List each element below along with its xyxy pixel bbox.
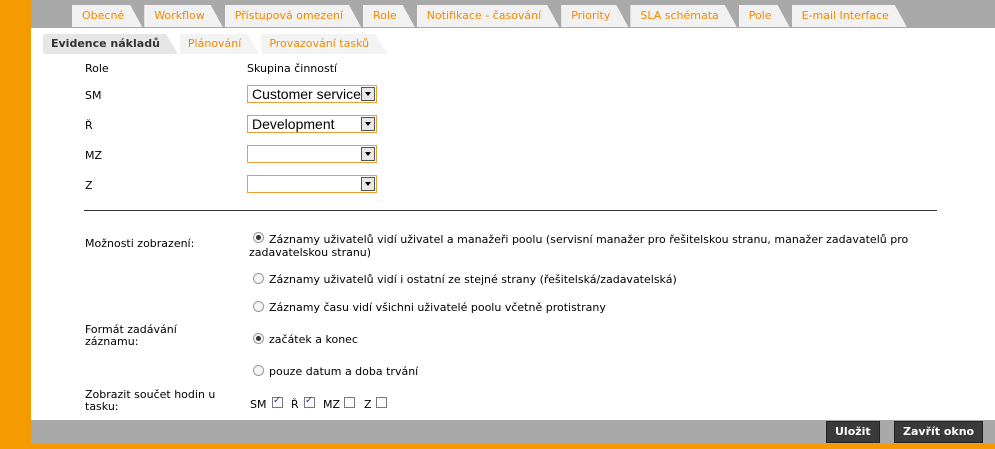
hours-sum-checkbox-r[interactable] — [304, 395, 315, 408]
group-select-z[interactable] — [247, 175, 377, 193]
display-option-text-1a: Záznamy uživatelů vidí uživatel a manaže… — [269, 233, 909, 246]
subtab-planovani[interactable]: Plánování — [180, 34, 259, 54]
display-option-radio-2[interactable] — [253, 273, 264, 284]
hours-sum-label: Zobrazit součet hodin u tasku: — [85, 389, 215, 413]
tab-sla-schemata[interactable]: SLA schémata — [630, 5, 736, 27]
main-tabs: Obecné Workflow Přístupová omezení Role … — [72, 5, 909, 27]
hours-sum-label-line2: tasku: — [85, 400, 119, 413]
group-select-r[interactable]: Development — [247, 115, 377, 133]
group-select-r-value: Development — [252, 116, 335, 132]
hours-sum-label-sm: SM — [250, 398, 267, 411]
display-options-label: Možnosti zobrazení: — [85, 237, 195, 250]
save-button[interactable]: Uložit — [826, 421, 880, 443]
group-select-mz[interactable] — [247, 145, 377, 163]
display-option-text-3: Záznamy času vidí všichni uživatelé pool… — [269, 301, 606, 314]
tab-obecne[interactable]: Obecné — [72, 5, 142, 27]
role-label-sm: SM — [85, 89, 102, 102]
tab-notifikace-casovani[interactable]: Notifikace - časování — [417, 5, 559, 27]
entry-format-radio-2[interactable] — [253, 365, 264, 376]
tab-role[interactable]: Role — [363, 5, 415, 27]
chevron-down-icon — [361, 117, 375, 131]
subtab-provazovani-tasku[interactable]: Provazování tasků — [261, 34, 387, 54]
hours-sum-label-r: Ř — [291, 398, 299, 411]
left-accent-bar — [0, 0, 31, 449]
display-option-text-2: Záznamy uživatelů vidí i ostatní ze stej… — [269, 273, 677, 286]
hours-sum-label-z: Z — [364, 398, 372, 411]
display-option-radio-1[interactable] — [253, 232, 264, 243]
role-label-z: Z — [85, 179, 93, 192]
chevron-down-icon — [361, 177, 375, 191]
tab-workflow[interactable]: Workflow — [144, 5, 223, 27]
group-select-sm[interactable]: Customer service — [247, 85, 377, 103]
role-column-header: Role — [85, 62, 109, 75]
tab-pristupova-omezeni[interactable]: Přístupová omezení — [225, 5, 361, 27]
display-option-radio-3[interactable] — [253, 301, 264, 312]
chevron-down-icon — [361, 87, 375, 101]
content-panel: Evidence nákladů Plánování Provazování t… — [31, 28, 995, 420]
entry-format-text-1: začátek a konec — [269, 333, 358, 346]
bottom-accent-bar — [31, 444, 995, 449]
hours-sum-checkbox-sm[interactable] — [272, 395, 283, 408]
role-label-r: Ř — [85, 119, 93, 132]
role-label-mz: MZ — [85, 149, 103, 162]
entry-format-label-line2: záznamu: — [85, 335, 139, 348]
entry-format-label: Formát zadávání záznamu: — [85, 324, 177, 348]
close-window-button[interactable]: Zavřít okno — [894, 421, 984, 443]
subtab-evidence-nakladu[interactable]: Evidence nákladů — [43, 34, 178, 54]
hours-sum-checkbox-z[interactable] — [376, 397, 387, 408]
tab-pole[interactable]: Pole — [739, 5, 790, 27]
display-option-text-1b: zadavatelskou stranu) — [249, 246, 372, 259]
hours-sum-checkbox-mz[interactable] — [344, 397, 355, 408]
chevron-down-icon — [361, 147, 375, 161]
sub-tabs: Evidence nákladů Plánování Provazování t… — [43, 34, 389, 54]
group-select-sm-value: Customer service — [252, 86, 361, 102]
entry-format-radio-1[interactable] — [253, 333, 264, 344]
section-divider — [84, 210, 937, 211]
top-tab-bar: Obecné Workflow Přístupová omezení Role … — [31, 0, 995, 28]
tab-email-interface[interactable]: E-mail Interface — [792, 5, 907, 27]
hours-sum-label-mz: MZ — [323, 398, 341, 411]
group-column-header: Skupina činností — [247, 62, 338, 75]
entry-format-text-2: pouze datum a doba trvání — [269, 365, 419, 378]
tab-priority[interactable]: Priority — [561, 5, 628, 27]
